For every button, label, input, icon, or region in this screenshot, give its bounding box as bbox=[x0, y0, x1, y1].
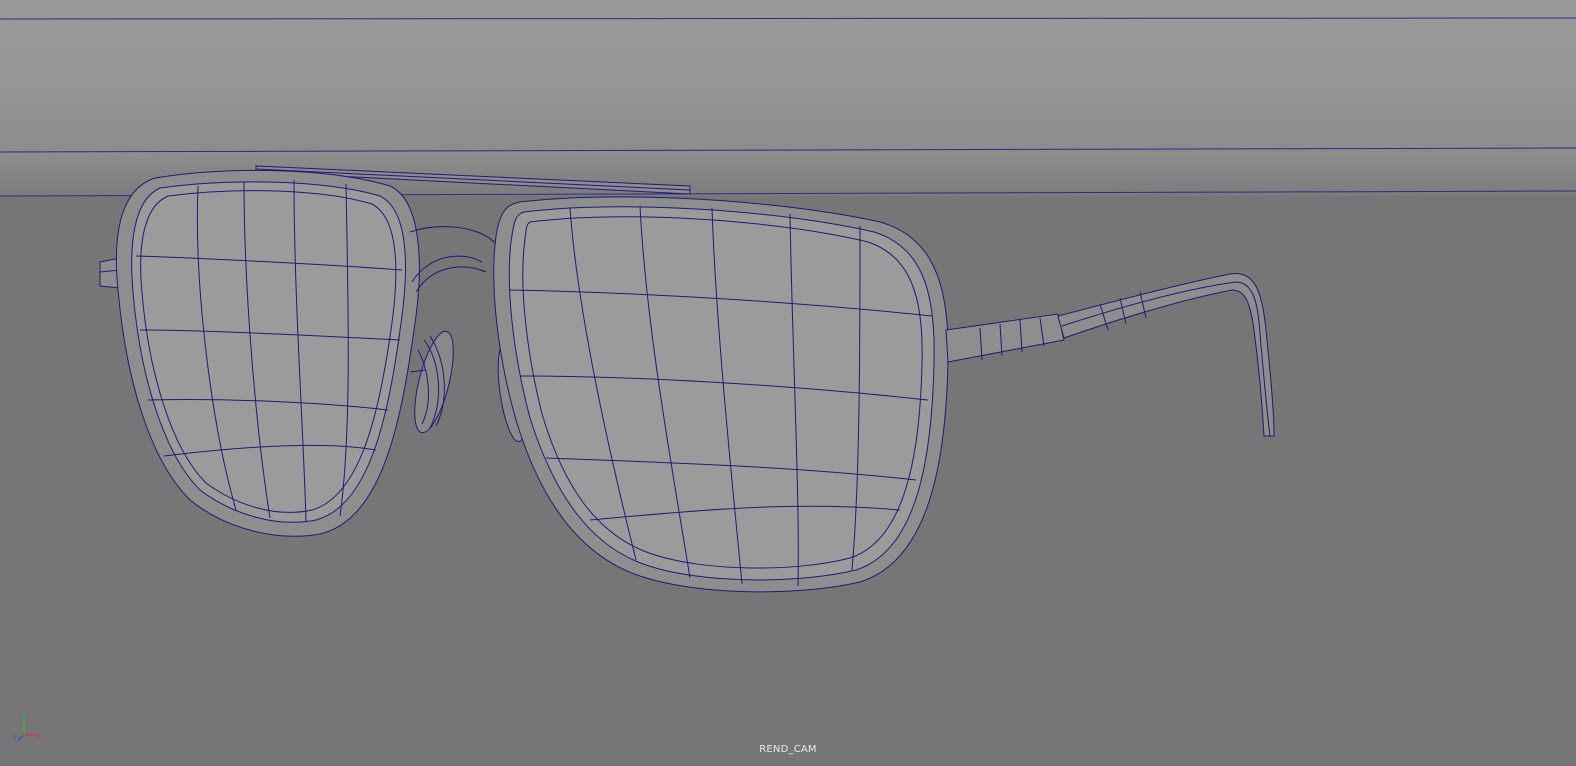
z-axis-icon bbox=[17, 734, 25, 741]
viewport-panel[interactable]: x y z REND_CAM bbox=[0, 0, 1576, 766]
camera-name-label: REND_CAM bbox=[759, 744, 817, 755]
y-axis-label: y bbox=[22, 712, 26, 720]
scene-view[interactable] bbox=[0, 0, 1576, 766]
backdrop-wall bbox=[0, 0, 1576, 152]
z-axis-label: z bbox=[13, 733, 17, 741]
axis-gizmo: x y z bbox=[13, 712, 41, 741]
x-axis-label: x bbox=[37, 732, 41, 740]
